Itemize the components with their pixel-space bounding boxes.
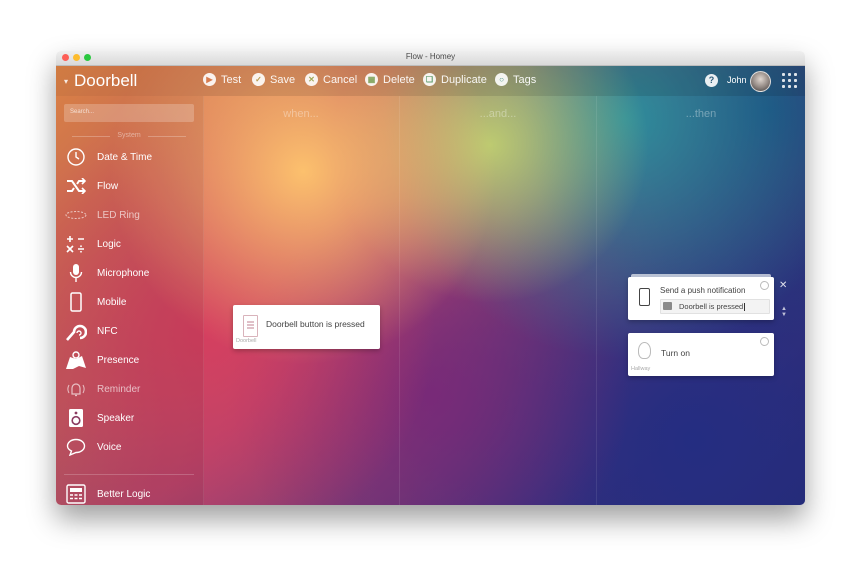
sidebar-item-label: Reminder (97, 383, 141, 395)
sidebar-item-better-logic[interactable]: Better Logic (64, 480, 196, 505)
window-titlebar: Flow - Homey (56, 51, 805, 66)
chevron-down-icon[interactable]: ▾ (64, 77, 68, 86)
flow-editor: ▾ Doorbell ▶ Test ✓ Save ✕ Cancel ▦ Dele… (56, 66, 805, 505)
sidebar-item-mobile[interactable]: Mobile (64, 288, 196, 316)
search-placeholder: Search... (70, 109, 95, 115)
timer-icon[interactable] (760, 337, 769, 346)
delete-button[interactable]: ▦ Delete (365, 73, 415, 86)
card-title: Send a push notification (660, 286, 746, 295)
section-label-system: System (64, 132, 194, 139)
sidebar-item-led-ring[interactable]: LED Ring (64, 201, 196, 229)
sidebar-item-presence[interactable]: Presence (64, 346, 196, 374)
apps-grid-icon[interactable] (782, 73, 798, 89)
led-ring-icon (64, 210, 88, 220)
duplicate-icon: ❏ (423, 73, 436, 86)
math-icon (64, 234, 88, 254)
device-label: Doorbell (236, 338, 257, 344)
top-toolbar: ▾ Doorbell ▶ Test ✓ Save ✕ Cancel ▦ Dele… (56, 66, 805, 96)
token-avatar (663, 302, 672, 310)
sidebar-item-label: Better Logic (97, 488, 151, 500)
save-label: Save (270, 73, 296, 86)
bell-icon (64, 380, 88, 398)
sidebar-item-label: Voice (97, 441, 122, 453)
nfc-icon (64, 321, 88, 341)
when-card-doorbell[interactable]: Doorbell button is pressed Doorbell (233, 305, 380, 349)
check-icon: ✓ (252, 73, 265, 86)
device-label: Hallway (631, 366, 651, 372)
timer-icon[interactable] (760, 281, 769, 290)
sidebar-item-date-time[interactable]: Date & Time (64, 143, 196, 171)
sidebar-divider (64, 474, 194, 475)
speech-bubble-icon (64, 438, 88, 456)
sidebar-item-label: NFC (97, 325, 118, 337)
when-column-header: when... (283, 108, 319, 120)
close-icon[interactable]: ✕ (779, 280, 787, 291)
app-window: Flow - Homey ▾ Doorbell ▶ Test ✓ Save ✕ … (56, 51, 805, 505)
flow-name: Doorbell (74, 71, 138, 90)
cancel-button[interactable]: ✕ Cancel (305, 73, 357, 86)
then-card-push-notification[interactable]: Send a push notification Doorbell is pre… (628, 274, 774, 320)
mobile-icon (639, 288, 650, 306)
then-card-turn-on[interactable]: Turn on Hallway (628, 333, 774, 376)
duplicate-button[interactable]: ❏ Duplicate (423, 73, 487, 86)
notification-text-input[interactable]: Doorbell is pressed (660, 299, 770, 314)
sidebar-item-microphone[interactable]: Microphone (64, 259, 196, 287)
sidebar-item-nfc[interactable]: NFC (64, 317, 196, 345)
avatar[interactable] (750, 71, 771, 92)
sidebar-item-label: Date & Time (97, 151, 153, 163)
and-column[interactable]: ...and... (400, 96, 597, 505)
tags-button[interactable]: ○ Tags (495, 73, 536, 86)
save-button[interactable]: ✓ Save (252, 73, 295, 86)
sidebar-item-label: Microphone (97, 267, 150, 279)
shuffle-icon (64, 178, 88, 194)
window-title: Flow - Homey (405, 52, 456, 61)
tag-icon: ○ (495, 73, 508, 86)
sidebar-item-flow[interactable]: Flow (64, 172, 196, 200)
speaker-icon (64, 408, 88, 428)
sidebar-item-speaker[interactable]: Speaker (64, 404, 196, 432)
help-button[interactable]: ? (705, 74, 718, 87)
reorder-icon[interactable]: ▲ ▼ (781, 306, 787, 318)
doorbell-icon (243, 315, 258, 337)
delete-label: Delete (383, 73, 415, 86)
test-label: Test (221, 73, 242, 86)
sidebar-item-label: Logic (97, 238, 121, 250)
test-button[interactable]: ▶ Test (203, 73, 241, 86)
play-icon: ▶ (203, 73, 216, 86)
map-icon (64, 350, 88, 370)
tags-label: Tags (513, 73, 537, 86)
then-column-header: ...then (685, 108, 717, 120)
sidebar-item-label: Speaker (97, 412, 135, 424)
sidebar-item-label: Mobile (97, 296, 127, 308)
microphone-icon (64, 263, 88, 283)
and-column-header: ...and... (479, 108, 517, 120)
trash-icon: ▦ (365, 73, 378, 86)
card-text: Turn on (661, 348, 690, 358)
sidebar-item-logic[interactable]: Logic (64, 230, 196, 258)
notification-text-value: Doorbell is pressed (679, 302, 744, 311)
sidebar-item-reminder[interactable]: Reminder (64, 375, 196, 403)
duplicate-label: Duplicate (441, 73, 487, 86)
sidebar-item-voice[interactable]: Voice (64, 433, 196, 461)
flow-title[interactable]: ▾ Doorbell (64, 71, 137, 91)
sidebar: Search... System Date & Time Flow LED Ri (56, 96, 204, 505)
sidebar-item-label: LED Ring (97, 209, 140, 221)
clock-icon (64, 147, 88, 167)
search-input[interactable]: Search... (64, 104, 194, 122)
user-name[interactable]: John (727, 75, 747, 85)
calculator-icon (64, 484, 88, 504)
card-text: Doorbell button is pressed (266, 319, 365, 329)
cancel-label: Cancel (323, 73, 358, 86)
when-column[interactable]: when... (203, 96, 400, 505)
mobile-icon (64, 292, 88, 312)
sidebar-item-label: Presence (97, 354, 140, 366)
x-icon: ✕ (305, 73, 318, 86)
sidebar-item-label: Flow (97, 180, 119, 192)
light-bulb-icon (638, 342, 651, 359)
